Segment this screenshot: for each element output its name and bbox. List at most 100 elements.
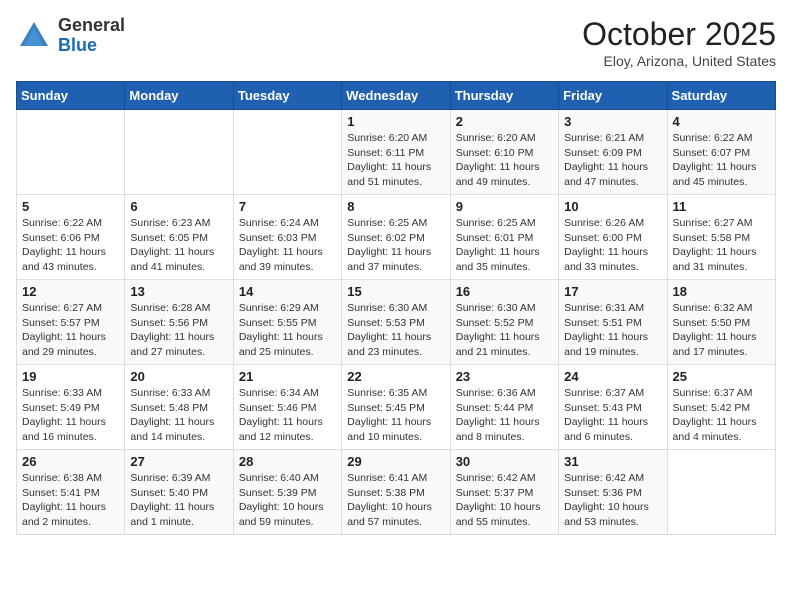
day-number: 28 <box>239 454 336 469</box>
day-info: Sunrise: 6:30 AM Sunset: 5:52 PM Dayligh… <box>456 301 553 360</box>
day-info: Sunrise: 6:32 AM Sunset: 5:50 PM Dayligh… <box>673 301 770 360</box>
calendar-cell <box>233 110 341 195</box>
weekday-header: Sunday <box>17 82 125 110</box>
day-number: 18 <box>673 284 770 299</box>
day-info: Sunrise: 6:26 AM Sunset: 6:00 PM Dayligh… <box>564 216 661 275</box>
day-info: Sunrise: 6:25 AM Sunset: 6:02 PM Dayligh… <box>347 216 444 275</box>
day-info: Sunrise: 6:29 AM Sunset: 5:55 PM Dayligh… <box>239 301 336 360</box>
day-number: 4 <box>673 114 770 129</box>
day-info: Sunrise: 6:22 AM Sunset: 6:07 PM Dayligh… <box>673 131 770 190</box>
calendar-cell: 2Sunrise: 6:20 AM Sunset: 6:10 PM Daylig… <box>450 110 558 195</box>
day-info: Sunrise: 6:38 AM Sunset: 5:41 PM Dayligh… <box>22 471 119 530</box>
weekday-header: Wednesday <box>342 82 450 110</box>
calendar-cell: 1Sunrise: 6:20 AM Sunset: 6:11 PM Daylig… <box>342 110 450 195</box>
calendar-cell: 31Sunrise: 6:42 AM Sunset: 5:36 PM Dayli… <box>559 450 667 535</box>
calendar-week-row: 19Sunrise: 6:33 AM Sunset: 5:49 PM Dayli… <box>17 365 776 450</box>
calendar-cell: 21 Sunrise: 6:34 AM Sunset: 5:46 PM Dayli… <box>233 365 341 450</box>
day-info: Sunrise: 6:37 AM Sunset: 5:43 PM Dayligh… <box>564 386 661 445</box>
day-number: 27 <box>130 454 227 469</box>
calendar-cell: 26 Sunrise: 6:38 AM Sunset: 5:41 PM Dayli… <box>17 450 125 535</box>
day-info: Sunrise: 6:31 AM Sunset: 5:51 PM Dayligh… <box>564 301 661 360</box>
calendar-cell: 7Sunrise: 6:24 AM Sunset: 6:03 PM Daylig… <box>233 195 341 280</box>
page-header: General Blue October 2025 Eloy, Arizona,… <box>16 16 776 69</box>
day-number: 13 <box>130 284 227 299</box>
day-number: 14 <box>239 284 336 299</box>
weekday-header: Saturday <box>667 82 775 110</box>
calendar-cell: 17 Sunrise: 6:31 AM Sunset: 5:51 PM Dayli… <box>559 280 667 365</box>
calendar-cell: 18 Sunrise: 6:32 AM Sunset: 5:50 PM Dayli… <box>667 280 775 365</box>
logo-text: General Blue <box>58 16 125 56</box>
title-block: October 2025 Eloy, Arizona, United State… <box>582 16 776 69</box>
logo: General Blue <box>16 16 125 56</box>
day-number: 17 <box>564 284 661 299</box>
day-number: 22 <box>347 369 444 384</box>
day-info: Sunrise: 6:39 AM Sunset: 5:40 PM Dayligh… <box>130 471 227 530</box>
logo-blue-text: Blue <box>58 36 125 56</box>
calendar-cell: 25 Sunrise: 6:37 AM Sunset: 5:42 PM Dayli… <box>667 365 775 450</box>
day-number: 12 <box>22 284 119 299</box>
day-info: Sunrise: 6:23 AM Sunset: 6:05 PM Dayligh… <box>130 216 227 275</box>
day-number: 24 <box>564 369 661 384</box>
location-text: Eloy, Arizona, United States <box>582 53 776 69</box>
day-number: 26 <box>22 454 119 469</box>
day-info: Sunrise: 6:36 AM Sunset: 5:44 PM Dayligh… <box>456 386 553 445</box>
calendar-cell: 12 Sunrise: 6:27 AM Sunset: 5:57 PM Dayli… <box>17 280 125 365</box>
day-info: Sunrise: 6:21 AM Sunset: 6:09 PM Dayligh… <box>564 131 661 190</box>
calendar-cell: 28Sunrise: 6:40 AM Sunset: 5:39 PM Dayli… <box>233 450 341 535</box>
day-number: 25 <box>673 369 770 384</box>
day-info: Sunrise: 6:42 AM Sunset: 5:37 PM Dayligh… <box>456 471 553 530</box>
day-info: Sunrise: 6:34 AM Sunset: 5:46 PM Dayligh… <box>239 386 336 445</box>
weekday-header: Monday <box>125 82 233 110</box>
day-number: 9 <box>456 199 553 214</box>
weekday-header-row: SundayMondayTuesdayWednesdayThursdayFrid… <box>17 82 776 110</box>
calendar-cell: 15 Sunrise: 6:30 AM Sunset: 5:53 PM Dayli… <box>342 280 450 365</box>
day-number: 16 <box>456 284 553 299</box>
calendar-cell <box>667 450 775 535</box>
day-info: Sunrise: 6:30 AM Sunset: 5:53 PM Dayligh… <box>347 301 444 360</box>
calendar-cell: 23Sunrise: 6:36 AM Sunset: 5:44 PM Dayli… <box>450 365 558 450</box>
calendar-cell: 6 Sunrise: 6:23 AM Sunset: 6:05 PM Daylig… <box>125 195 233 280</box>
weekday-header: Thursday <box>450 82 558 110</box>
day-number: 21 <box>239 369 336 384</box>
day-info: Sunrise: 6:33 AM Sunset: 5:48 PM Dayligh… <box>130 386 227 445</box>
calendar-header: SundayMondayTuesdayWednesdayThursdayFrid… <box>17 82 776 110</box>
day-info: Sunrise: 6:24 AM Sunset: 6:03 PM Dayligh… <box>239 216 336 275</box>
day-info: Sunrise: 6:28 AM Sunset: 5:56 PM Dayligh… <box>130 301 227 360</box>
day-info: Sunrise: 6:42 AM Sunset: 5:36 PM Dayligh… <box>564 471 661 530</box>
day-info: Sunrise: 6:33 AM Sunset: 5:49 PM Dayligh… <box>22 386 119 445</box>
calendar-cell: 22Sunrise: 6:35 AM Sunset: 5:45 PM Dayli… <box>342 365 450 450</box>
day-number: 6 <box>130 199 227 214</box>
day-info: Sunrise: 6:37 AM Sunset: 5:42 PM Dayligh… <box>673 386 770 445</box>
calendar-cell: 29Sunrise: 6:41 AM Sunset: 5:38 PM Dayli… <box>342 450 450 535</box>
calendar-cell: 8 Sunrise: 6:25 AM Sunset: 6:02 PM Daylig… <box>342 195 450 280</box>
calendar-cell: 30Sunrise: 6:42 AM Sunset: 5:37 PM Dayli… <box>450 450 558 535</box>
calendar-cell <box>17 110 125 195</box>
calendar-cell: 10 Sunrise: 6:26 AM Sunset: 6:00 PM Dayli… <box>559 195 667 280</box>
day-number: 3 <box>564 114 661 129</box>
calendar-cell: 24 Sunrise: 6:37 AM Sunset: 5:43 PM Dayli… <box>559 365 667 450</box>
calendar-cell: 9 Sunrise: 6:25 AM Sunset: 6:01 PM Daylig… <box>450 195 558 280</box>
day-info: Sunrise: 6:20 AM Sunset: 6:10 PM Dayligh… <box>456 131 553 190</box>
day-number: 8 <box>347 199 444 214</box>
calendar-cell: 4 Sunrise: 6:22 AM Sunset: 6:07 PM Daylig… <box>667 110 775 195</box>
day-number: 10 <box>564 199 661 214</box>
calendar-cell: 16 Sunrise: 6:30 AM Sunset: 5:52 PM Dayli… <box>450 280 558 365</box>
weekday-header: Friday <box>559 82 667 110</box>
calendar-cell: 27 Sunrise: 6:39 AM Sunset: 5:40 PM Dayli… <box>125 450 233 535</box>
day-info: Sunrise: 6:25 AM Sunset: 6:01 PM Dayligh… <box>456 216 553 275</box>
calendar-body: 1Sunrise: 6:20 AM Sunset: 6:11 PM Daylig… <box>17 110 776 535</box>
logo-icon <box>16 18 52 54</box>
calendar-week-row: 1Sunrise: 6:20 AM Sunset: 6:11 PM Daylig… <box>17 110 776 195</box>
calendar-week-row: 26 Sunrise: 6:38 AM Sunset: 5:41 PM Dayli… <box>17 450 776 535</box>
day-number: 11 <box>673 199 770 214</box>
day-info: Sunrise: 6:41 AM Sunset: 5:38 PM Dayligh… <box>347 471 444 530</box>
calendar-week-row: 5Sunrise: 6:22 AM Sunset: 6:06 PM Daylig… <box>17 195 776 280</box>
day-info: Sunrise: 6:22 AM Sunset: 6:06 PM Dayligh… <box>22 216 119 275</box>
weekday-header: Tuesday <box>233 82 341 110</box>
logo-general-text: General <box>58 16 125 36</box>
day-info: Sunrise: 6:27 AM Sunset: 5:57 PM Dayligh… <box>22 301 119 360</box>
day-number: 1 <box>347 114 444 129</box>
calendar-cell: 11Sunrise: 6:27 AM Sunset: 5:58 PM Dayli… <box>667 195 775 280</box>
calendar-week-row: 12 Sunrise: 6:27 AM Sunset: 5:57 PM Dayli… <box>17 280 776 365</box>
day-number: 15 <box>347 284 444 299</box>
